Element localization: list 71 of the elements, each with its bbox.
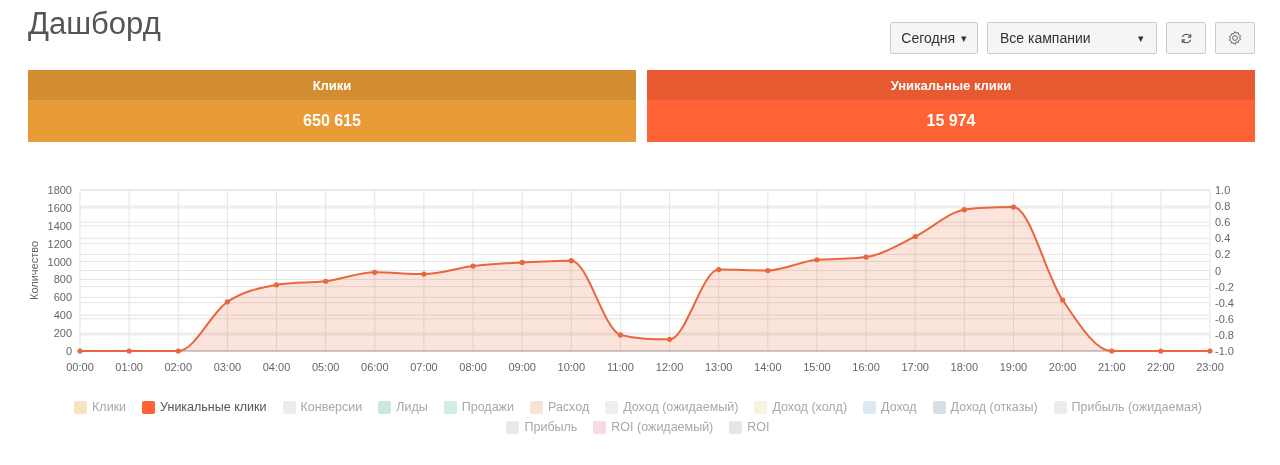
legend-item[interactable]: Конверсии (282, 400, 363, 414)
page-title: Дашборд (28, 8, 161, 39)
axis-tick-label: 23:00 (1196, 361, 1224, 373)
axis-tick-label: -0.8 (1215, 328, 1234, 341)
axis-tick-label: 1200 (47, 237, 72, 250)
refresh-icon (1179, 31, 1193, 45)
axis-tick-label: 1000 (47, 255, 72, 268)
axis-tick-label: 08:00 (459, 361, 487, 373)
legend-item[interactable]: Доход (отказы) (932, 400, 1038, 414)
tile-label: Уникальные клики (890, 77, 1012, 93)
axis-tick-label: -0.6 (1215, 312, 1234, 325)
legend-item[interactable]: Доход (холд) (754, 400, 848, 414)
axis-tick-label: 16:00 (852, 361, 880, 373)
axis-tick-label: 10:00 (557, 361, 586, 373)
axis-tick-label: 09:00 (508, 361, 536, 373)
axis-tick-label: 03:00 (213, 361, 242, 373)
axis-title: Количество (28, 240, 40, 301)
axis-tick-label: 1800 (47, 184, 72, 196)
legend-item[interactable]: Расход (529, 400, 590, 414)
axis-tick-label: 11:00 (607, 361, 634, 373)
axis-tick-label: 0.8 (1215, 200, 1231, 213)
axis-tick-label: 400 (53, 309, 72, 322)
tile-value: 15 974 (926, 112, 976, 130)
tile-value: 650 615 (303, 112, 361, 130)
axis-tick-label: 15:00 (803, 361, 831, 373)
axis-tick-label: 1.0 (1215, 184, 1231, 196)
axis-tick-label: 06:00 (361, 361, 389, 373)
refresh-button[interactable] (1166, 22, 1206, 54)
axis-tick-label: 18:00 (950, 361, 979, 373)
axis-tick-label: 1400 (47, 219, 72, 232)
period-dropdown[interactable]: Сегодня ▾ (890, 22, 978, 54)
legend-item[interactable]: Прибыль (506, 420, 578, 434)
axis-tick-label: 14:00 (754, 361, 782, 373)
legend-item[interactable]: Продажи (443, 400, 514, 414)
axis-tick-label: 01:00 (115, 361, 143, 373)
axis-tick-label: -1.0 (1215, 345, 1234, 357)
legend-item[interactable]: Прибыль (ожидаемая) (1053, 400, 1202, 414)
axis-tick-label: 05:00 (311, 361, 340, 373)
settings-icon (1227, 30, 1243, 46)
axis-tick-label: 0.4 (1215, 232, 1231, 245)
axis-tick-label: 600 (53, 291, 72, 304)
campaign-dropdown[interactable]: Все кампании ▾ (987, 22, 1157, 54)
axis-tick-label: 20:00 (1048, 361, 1077, 373)
axis-tick-label: 0 (65, 345, 72, 357)
axis-tick-label: 04:00 (262, 361, 291, 373)
settings-button[interactable] (1215, 22, 1255, 54)
legend-item[interactable]: ROI (729, 420, 770, 434)
legend-item[interactable]: Доход (863, 400, 917, 414)
axis-tick-label: 800 (53, 273, 72, 286)
axis-tick-label: 12:00 (655, 361, 684, 373)
axis-tick-label: -0.4 (1215, 296, 1234, 309)
legend-item[interactable]: Клики (74, 400, 127, 414)
axis-tick-label: 0.2 (1215, 248, 1231, 261)
axis-tick-label: 200 (53, 327, 72, 340)
axis-tick-label: 22:00 (1147, 361, 1175, 373)
legend-item[interactable]: Лиды (378, 400, 428, 414)
axis-tick-label: 0 (1215, 264, 1222, 277)
axis-tick-label: 21:00 (1097, 361, 1126, 373)
legend-item[interactable]: Доход (ожидаемый) (605, 400, 739, 414)
axis-tick-label: 02:00 (164, 361, 193, 373)
axis-tick-label: 07:00 (410, 361, 438, 373)
axis-tick-label: 0.6 (1215, 216, 1231, 229)
legend-item[interactable]: ROI (ожидаемый) (593, 420, 714, 434)
axis-tick-label: 17:00 (901, 361, 929, 373)
legend-item[interactable]: Уникальные клики (142, 400, 267, 414)
axis-tick-label: 19:00 (999, 361, 1028, 373)
axis-tick-label: -0.2 (1215, 280, 1234, 293)
axis-tick-label: 1600 (47, 201, 72, 214)
tile-label: Клики (312, 77, 352, 93)
axis-tick-label: 13:00 (704, 361, 733, 373)
axis-tick-label: 00:00 (66, 361, 94, 373)
